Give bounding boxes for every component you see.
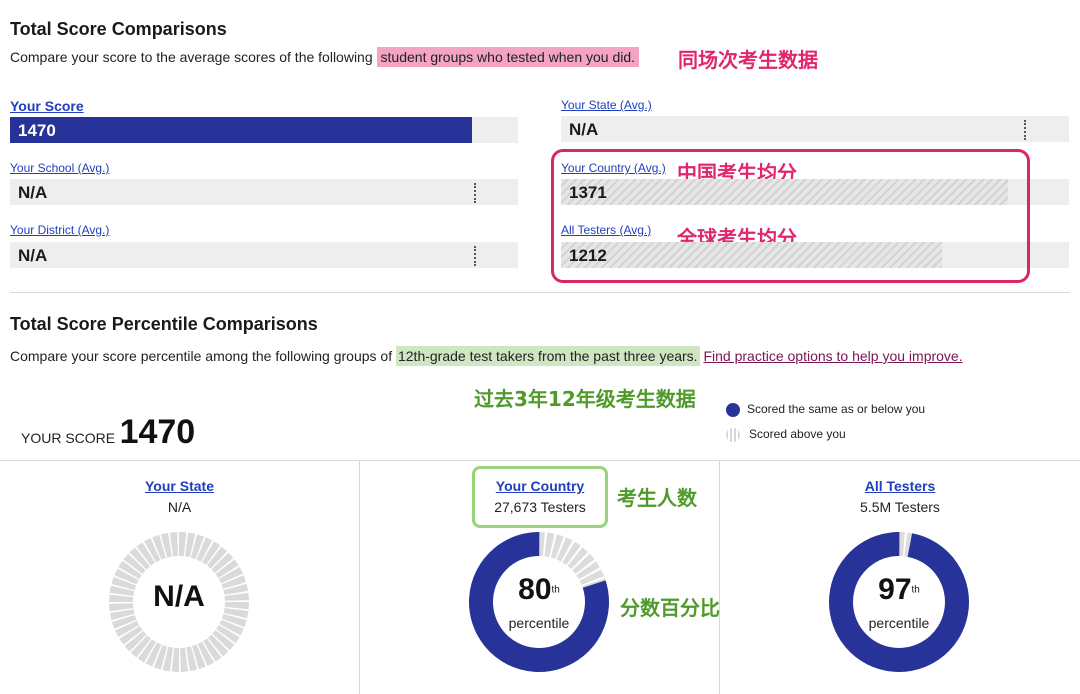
your-state-avg-link[interactable]: Your State (Avg.) xyxy=(561,98,652,112)
all-testers-percentile-value: 97 xyxy=(878,573,912,606)
your-country-ring-label: 80th percentile xyxy=(467,573,611,631)
bar-marker xyxy=(474,183,476,203)
all-testers-ring-label: 97th percentile xyxy=(827,573,971,631)
country-global-callout xyxy=(551,149,1030,283)
percentile-annotation: 分数百分比 xyxy=(620,596,720,620)
panel-divider xyxy=(719,461,720,694)
your-score-summary: YOUR SCORE 1470 xyxy=(21,413,195,452)
your-school-avg-link[interactable]: Your School (Avg.) xyxy=(10,161,109,175)
legend-same-or-below-label: Scored the same as or below you xyxy=(747,402,926,416)
same-session-annotation: 同场次考生数据 xyxy=(678,48,818,72)
panel-all-testers-count: 5.5M Testers xyxy=(860,499,940,515)
panel-your-state-count: N/A xyxy=(167,499,192,515)
panel-all-testers-link[interactable]: All Testers xyxy=(720,478,1080,494)
ring-segment xyxy=(171,647,179,672)
total-comparisons-title: Total Score Comparisons xyxy=(10,19,227,39)
description-text: Compare your score percentile among the … xyxy=(10,348,396,364)
your-score-summary-value: 1470 xyxy=(119,413,196,451)
bar-marker xyxy=(1024,120,1026,140)
legend-above-swatch xyxy=(726,428,740,442)
total-comparisons-description: Compare your score to the average scores… xyxy=(10,47,640,67)
your-school-avg-value: N/A xyxy=(18,183,48,202)
panel-your-country-link[interactable]: Your Country xyxy=(472,478,608,494)
your-district-avg-bar: N/A xyxy=(10,242,518,268)
testers-count-callout xyxy=(472,466,608,528)
your-score-link[interactable]: Your Score xyxy=(10,98,84,114)
panels-top-divider xyxy=(0,460,1080,461)
testers-count-annotation: 考生人数 xyxy=(617,486,697,510)
your-state-avg-value: N/A xyxy=(569,120,599,139)
panel-your-country-count: 27,673 Testers xyxy=(494,499,586,515)
bar-marker xyxy=(474,246,476,266)
panel-divider xyxy=(359,461,360,694)
ordinal-suffix: th xyxy=(911,584,920,596)
your-country-percentile-value: 80 xyxy=(518,573,552,606)
description-highlight: 12th-grade test takers from the past thr… xyxy=(395,346,700,366)
legend-above-label: Scored above you xyxy=(749,427,846,441)
past-three-years-annotation: 过去3年12年级考生数据 xyxy=(474,387,696,411)
your-district-avg-link[interactable]: Your District (Avg.) xyxy=(10,223,109,237)
legend-same-or-below-swatch xyxy=(726,403,740,417)
percentile-word: percentile xyxy=(508,615,570,631)
panel-your-state-link[interactable]: Your State xyxy=(0,478,359,494)
practice-options-link[interactable]: Find practice options to help you improv… xyxy=(703,348,962,364)
your-score-bar: 1470 xyxy=(10,117,518,143)
percentile-comparisons-description: Compare your score percentile among the … xyxy=(10,346,963,366)
your-score-value: 1470 xyxy=(18,121,56,140)
ring-segment xyxy=(179,532,187,557)
percentile-word: percentile xyxy=(868,615,930,631)
your-state-ring-value: N/A xyxy=(153,580,205,613)
description-text: Compare your score to the average scores… xyxy=(10,49,377,65)
your-school-avg-bar: N/A xyxy=(10,179,518,205)
description-highlight: student groups who tested when you did. xyxy=(376,47,640,67)
ordinal-suffix: th xyxy=(551,584,560,596)
your-state-avg-bar: N/A xyxy=(561,116,1069,142)
percentile-comparisons-title: Total Score Percentile Comparisons xyxy=(10,314,318,334)
your-score-bar-fill xyxy=(10,117,473,143)
your-district-avg-value: N/A xyxy=(18,246,48,265)
your-score-summary-label: YOUR SCORE xyxy=(21,430,116,446)
section-divider xyxy=(10,292,1070,293)
